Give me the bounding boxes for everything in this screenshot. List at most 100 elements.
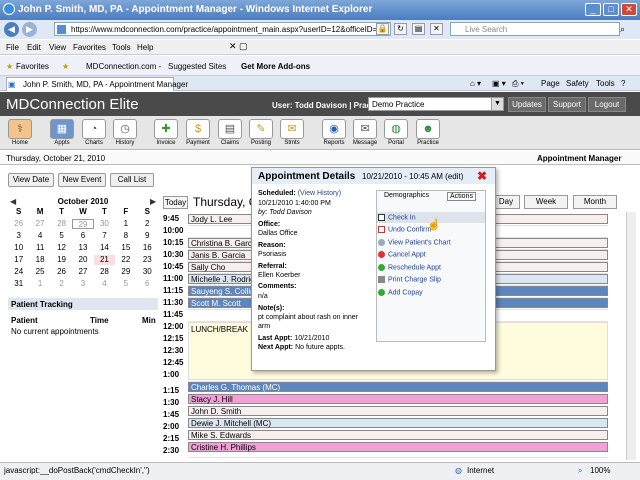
- calendar-day[interactable]: 27: [29, 219, 50, 229]
- favorites-button[interactable]: Favorites: [16, 62, 49, 71]
- fav-link-mdconnection[interactable]: MDConnection.com -: [86, 62, 161, 71]
- message-button[interactable]: ✉ Message: [351, 119, 379, 146]
- refresh-icon[interactable]: ↻: [394, 23, 407, 35]
- calendar-day[interactable]: 26: [51, 267, 72, 277]
- week-view-button[interactable]: Week: [524, 195, 568, 209]
- invoice-button[interactable]: ✚ Invoice: [152, 119, 180, 146]
- appointment-slot[interactable]: Mike S. Edwards: [188, 430, 608, 440]
- undo-confirm-action[interactable]: Undo Confirm: [388, 226, 431, 233]
- calendar-day[interactable]: 3: [8, 231, 29, 241]
- popup-date-edit-link[interactable]: 10/21/2010 - 10:45 AM (edit): [362, 172, 463, 181]
- charts-button[interactable]: ◔ Charts: [80, 119, 108, 146]
- day-view-button[interactable]: Day: [492, 195, 520, 209]
- reports-button[interactable]: ◉ Reports: [320, 119, 348, 146]
- call-list-button[interactable]: Call List: [110, 173, 154, 187]
- support-button[interactable]: Support: [548, 97, 586, 112]
- calendar-day[interactable]: 11: [29, 243, 50, 253]
- tools-menu[interactable]: Tools: [596, 79, 615, 88]
- lock-icon[interactable]: 🔒: [376, 23, 389, 35]
- posting-button[interactable]: ✎ Posting: [247, 119, 275, 146]
- calendar-day[interactable]: 15: [115, 243, 136, 253]
- menu-tools[interactable]: Tools: [112, 43, 131, 52]
- close-icon[interactable]: ✖: [477, 169, 487, 183]
- calendar-day[interactable]: 24: [8, 267, 29, 277]
- calendar-day[interactable]: 29: [72, 219, 94, 229]
- safety-menu[interactable]: Safety: [566, 79, 589, 88]
- calendar-day[interactable]: 13: [72, 243, 93, 253]
- calendar-day[interactable]: 4: [94, 279, 115, 289]
- maximize-button[interactable]: □: [603, 3, 619, 16]
- menu-file[interactable]: File: [6, 43, 19, 52]
- calendar-day[interactable]: 5: [51, 231, 72, 241]
- calendar-day[interactable]: 6: [72, 231, 93, 241]
- stop-icon[interactable]: ✕: [430, 23, 443, 35]
- calendar-day[interactable]: 25: [29, 267, 50, 277]
- fav-link-addons[interactable]: Get More Add-ons: [241, 62, 310, 71]
- calendar-day[interactable]: 9: [137, 231, 158, 241]
- calendar-day[interactable]: 7: [94, 231, 115, 241]
- calendar-day[interactable]: 16: [137, 243, 158, 253]
- calendar-day[interactable]: 20: [72, 255, 93, 265]
- calendar-day[interactable]: 6: [137, 279, 158, 289]
- back-icon[interactable]: ◀: [4, 22, 19, 37]
- month-view-button[interactable]: Month: [573, 195, 617, 209]
- search-input[interactable]: Live Search: [450, 22, 620, 36]
- calendar-day[interactable]: 22: [115, 255, 136, 265]
- updates-button[interactable]: Updates: [508, 97, 546, 112]
- payment-button[interactable]: $ Payment: [184, 119, 212, 146]
- calendar-day[interactable]: 27: [72, 267, 93, 277]
- appointment-slot[interactable]: Cristine H. Phillips: [188, 442, 608, 452]
- tab-close-icon[interactable]: ✕ ▢: [229, 41, 248, 52]
- scrollbar[interactable]: [626, 212, 636, 460]
- calendar-day[interactable]: 10: [8, 243, 29, 253]
- check-in-action[interactable]: Check In: [388, 214, 416, 221]
- address-bar[interactable]: https://www.mdconnection.com/practice/ap…: [54, 22, 391, 36]
- page-menu[interactable]: Page: [541, 79, 560, 88]
- help-icon[interactable]: ?: [621, 79, 625, 88]
- stmts-button[interactable]: ✉ Stmts: [278, 119, 306, 146]
- fav-link-suggested[interactable]: Suggested Sites: [168, 62, 226, 71]
- compat-icon[interactable]: ▤: [412, 23, 425, 35]
- appointment-slot[interactable]: Charles G. Thomas (MC): [188, 382, 608, 392]
- print-icon[interactable]: ⎙ ▾: [512, 79, 524, 89]
- menu-favorites[interactable]: Favorites: [73, 43, 106, 52]
- calendar-day[interactable]: 12: [51, 243, 72, 253]
- view-history-link[interactable]: (View History): [298, 190, 341, 197]
- appointment-slot[interactable]: John D. Smith: [188, 406, 608, 416]
- calendar-day[interactable]: 2: [137, 219, 158, 229]
- claims-button[interactable]: ▤ Claims: [216, 119, 244, 146]
- home-button[interactable]: ⚕ Home: [6, 119, 34, 146]
- home-icon[interactable]: ⌂ ▾: [470, 79, 481, 88]
- cancel-appt-action[interactable]: Cancel Appt: [388, 251, 426, 258]
- add-copay-action[interactable]: Add Copay: [388, 289, 423, 296]
- calendar-day[interactable]: 21: [93, 255, 116, 265]
- calendar-day[interactable]: 2: [51, 279, 72, 289]
- new-event-button[interactable]: New Event: [58, 173, 106, 187]
- calendar-day[interactable]: 3: [72, 279, 93, 289]
- reschedule-action[interactable]: Reschedule Appt: [388, 264, 441, 271]
- logout-button[interactable]: Logout: [588, 97, 626, 112]
- forward-icon[interactable]: ▶: [22, 22, 37, 37]
- calendar-day[interactable]: 14: [94, 243, 115, 253]
- menu-view[interactable]: View: [49, 43, 66, 52]
- calendar-day[interactable]: 1: [29, 279, 50, 289]
- tab-actions[interactable]: Actions: [447, 192, 476, 201]
- search-icon[interactable]: ⌕: [620, 24, 625, 35]
- appointment-slot[interactable]: Stacy J. Hill: [188, 394, 608, 404]
- calendar-day[interactable]: 29: [115, 267, 136, 277]
- calendar-day[interactable]: 1: [115, 219, 136, 229]
- print-charge-slip-action[interactable]: Print Charge Slip: [388, 276, 441, 283]
- portal-button[interactable]: ◍ Portal: [382, 119, 410, 146]
- practice-button[interactable]: ☻ Practice: [414, 119, 442, 146]
- calendar-day[interactable]: 17: [8, 255, 29, 265]
- tab-demographics[interactable]: Demographics: [384, 192, 429, 199]
- calendar-day[interactable]: 4: [29, 231, 50, 241]
- feeds-icon[interactable]: ▣ ▾: [492, 79, 506, 88]
- calendar-day[interactable]: 23: [137, 255, 158, 265]
- calendar-day[interactable]: 19: [51, 255, 72, 265]
- today-button[interactable]: Today: [163, 196, 188, 209]
- zoom-level[interactable]: 100%: [590, 466, 610, 475]
- calendar-day[interactable]: 30: [137, 267, 158, 277]
- calendar-day[interactable]: 28: [51, 219, 72, 229]
- minimize-button[interactable]: _: [585, 3, 601, 16]
